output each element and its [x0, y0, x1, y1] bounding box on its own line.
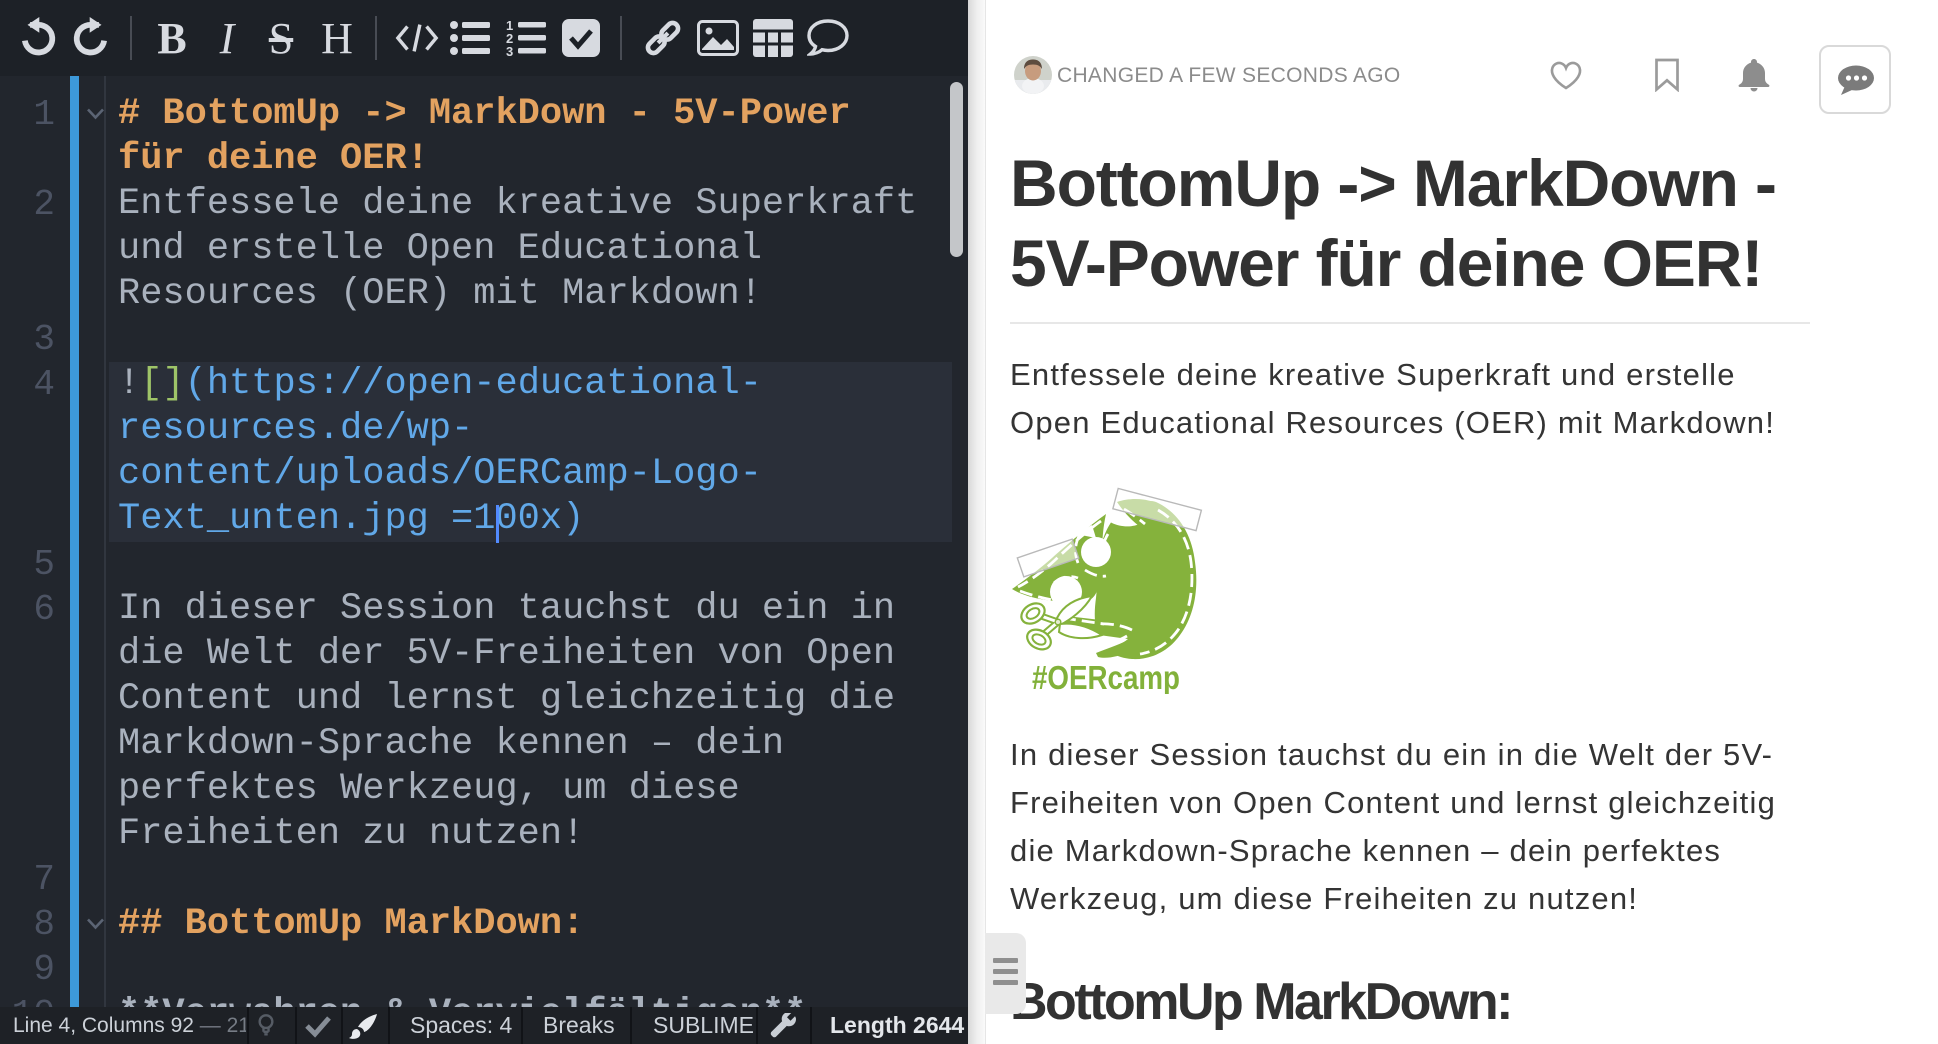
svg-text:#OERcamp: #OERcamp — [1032, 659, 1180, 694]
svg-text:3: 3 — [506, 44, 513, 57]
